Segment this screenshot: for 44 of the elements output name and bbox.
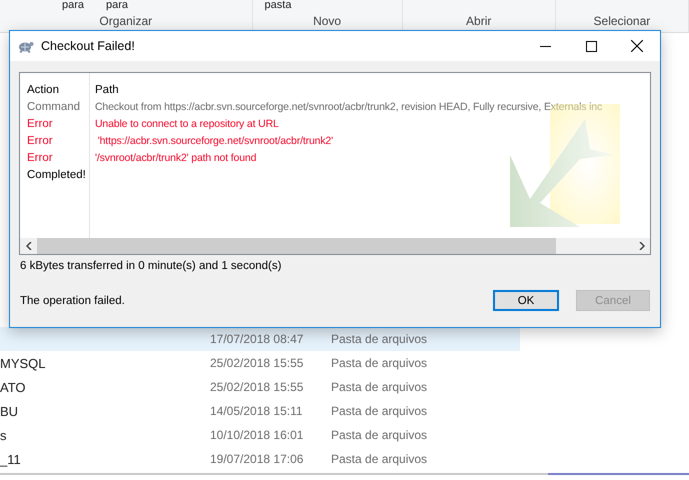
window-title: Checkout Failed! (41, 39, 136, 53)
transfer-summary: 6 kBytes transferred in 0 minute(s) and 1 second(s) (20, 260, 282, 272)
log-path: Unable to connect to a repository at URL (95, 117, 280, 132)
log-path: '/svnroot/acbr/trunk2' path not found (95, 151, 258, 166)
file-name: ATO (0, 380, 27, 394)
file-type: Pasta de arquivos (331, 428, 428, 442)
file-type: Pasta de arquivos (331, 404, 428, 418)
ribbon-button-label[interactable]: para (62, 0, 84, 12)
file-type: Pasta de arquivos (331, 332, 428, 346)
file-type: Pasta de arquivos (331, 380, 428, 394)
file-row[interactable]: 17/07/2018 08:47 Pasta de arquivos (0, 327, 520, 351)
ribbon-button-label[interactable]: pasta (264, 0, 292, 12)
log-path: 'https://acbr.svn.sourceforge.net/svnroot/acbr/trunk2' (96, 134, 334, 149)
status-message: The operation failed. (20, 294, 126, 306)
file-date: 14/05/2018 15:11 (210, 404, 304, 418)
dialog-button[interactable]: OK (493, 290, 559, 311)
file-date: 19/07/2018 17:06 (210, 452, 304, 466)
log-action: Error (27, 134, 54, 149)
scroll-thumb[interactable] (37, 238, 556, 254)
turtle-icon (18, 39, 34, 53)
file-name: BU (0, 404, 20, 418)
file-type: Pasta de arquivos (331, 356, 428, 370)
file-name: _11 (0, 452, 22, 466)
file-date: 25/02/2018 15:55 (210, 380, 304, 394)
log-action: Error (27, 117, 54, 132)
column-header[interactable]: Action (27, 77, 89, 96)
file-date: 17/07/2018 08:47 (210, 332, 304, 346)
ribbon-group-label: Organizar (98, 14, 154, 30)
log-action: Command (27, 100, 82, 115)
ribbon-group-label: Novo (312, 14, 342, 30)
maximize-icon (586, 40, 596, 52)
close-icon (631, 40, 643, 52)
file-name: s (0, 428, 8, 442)
ribbon-group-label: Abrir (465, 14, 492, 30)
file-date: 25/02/2018 15:55 (210, 356, 304, 370)
ribbon-group-label: Selecionar (592, 14, 652, 30)
file-date: 10/10/2018 16:01 (210, 428, 304, 442)
column-header[interactable]: Path (95, 77, 650, 96)
log-path: Checkout from https://acbr.svn.sourceforge.net/svnroot/acbr/trunk2, revision HEAD, Fully recursive, Externals inc (95, 100, 604, 115)
ribbon-button-label[interactable]: para (106, 0, 128, 12)
log-action: Error (27, 151, 54, 166)
file-type: Pasta de arquivos (331, 452, 428, 466)
log-action: Completed! (27, 168, 87, 183)
file-name: MYSQL (0, 356, 47, 370)
